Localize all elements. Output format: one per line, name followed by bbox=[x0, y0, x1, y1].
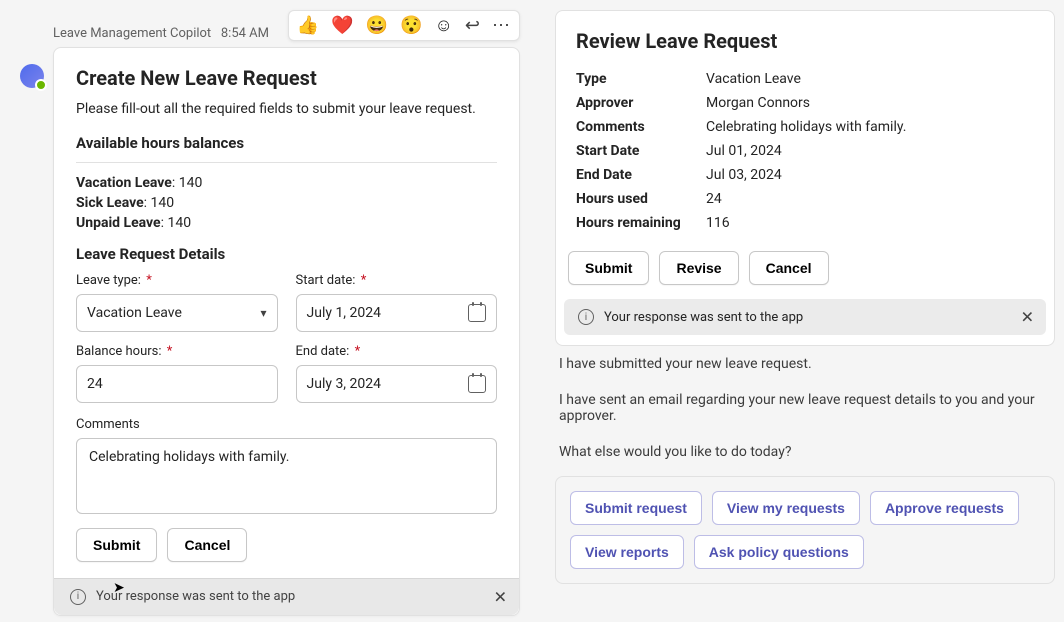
chip-view-reports[interactable]: View reports bbox=[570, 535, 684, 569]
kv-comments-val: Celebrating holidays with family. bbox=[706, 119, 1034, 135]
balance-vacation: Vacation Leave: 140 bbox=[76, 175, 497, 191]
review-response-notice: i Your response was sent to the app ✕ bbox=[564, 299, 1046, 335]
chevron-down-icon: ▾ bbox=[260, 306, 266, 320]
calendar-icon bbox=[468, 375, 486, 393]
end-date-label: End date: * bbox=[296, 344, 498, 359]
kv-comments-key: Comments bbox=[576, 119, 706, 135]
chip-submit-request[interactable]: Submit request bbox=[570, 491, 702, 525]
kv-remain-key: Hours remaining bbox=[576, 215, 706, 231]
chip-ask-policy-questions[interactable]: Ask policy questions bbox=[694, 535, 864, 569]
review-revise-button[interactable]: Revise bbox=[659, 251, 738, 285]
kv-end-val: Jul 03, 2024 bbox=[706, 167, 1034, 183]
kv-approver-key: Approver bbox=[576, 95, 706, 111]
submit-button[interactable]: Submit bbox=[76, 528, 157, 562]
start-date-input[interactable]: July 1, 2024 bbox=[296, 294, 498, 332]
reactions-bar: 👍 ❤️ 😀 😯 ☺ ↩ ⋯ bbox=[288, 10, 520, 41]
leave-type-select[interactable]: Vacation Leave ▾ bbox=[76, 294, 278, 332]
start-date-label: Start date: * bbox=[296, 273, 498, 288]
bot-message-1: I have submitted your new leave request. bbox=[555, 346, 1055, 382]
close-review-notice-button[interactable]: ✕ bbox=[1021, 308, 1034, 327]
comments-label: Comments bbox=[76, 417, 497, 432]
kv-start-val: Jul 01, 2024 bbox=[706, 143, 1034, 159]
response-sent-notice: i Your response was sent to the app ✕ bbox=[54, 578, 519, 615]
reaction-add-icon[interactable]: ☺ bbox=[435, 15, 453, 36]
create-leave-card: Create New Leave Request Please fill-out… bbox=[53, 47, 520, 616]
balance-sick: Sick Leave: 140 bbox=[76, 195, 497, 211]
reaction-thumbs-up-icon[interactable]: 👍 bbox=[297, 15, 319, 36]
kv-used-key: Hours used bbox=[576, 191, 706, 207]
kv-used-val: 24 bbox=[706, 191, 1034, 207]
info-icon: i bbox=[70, 589, 86, 605]
review-title: Review Leave Request bbox=[576, 29, 1034, 53]
bot-message-2: I have sent an email regarding your new … bbox=[555, 382, 1055, 434]
leave-type-label: Leave type: * bbox=[76, 273, 278, 288]
kv-remain-val: 116 bbox=[706, 215, 1034, 231]
balance-unpaid: Unpaid Leave: 140 bbox=[76, 215, 497, 231]
kv-type-key: Type bbox=[576, 71, 706, 87]
calendar-icon bbox=[468, 304, 486, 322]
details-heading: Leave Request Details bbox=[76, 245, 497, 263]
bot-message-3: What else would you like to do today? bbox=[555, 434, 1055, 470]
cancel-button[interactable]: Cancel bbox=[167, 528, 247, 562]
comments-textarea[interactable]: Celebrating holidays with family. bbox=[76, 438, 497, 514]
reply-icon[interactable]: ↩ bbox=[465, 15, 480, 36]
balance-hours-input[interactable]: 24 bbox=[76, 365, 278, 403]
kv-start-key: Start Date bbox=[576, 143, 706, 159]
balance-hours-label: Balance hours: * bbox=[76, 344, 278, 359]
reaction-surprised-icon[interactable]: 😯 bbox=[400, 15, 422, 36]
review-cancel-button[interactable]: Cancel bbox=[749, 251, 829, 285]
chip-view-my-requests[interactable]: View my requests bbox=[712, 491, 860, 525]
review-submit-button[interactable]: Submit bbox=[568, 251, 649, 285]
close-notice-button[interactable]: ✕ bbox=[494, 587, 507, 606]
sent-time: 8:54 AM bbox=[221, 26, 269, 41]
suggested-actions: Submit request View my requests Approve … bbox=[555, 476, 1055, 584]
card-intro: Please fill-out all the required fields … bbox=[76, 100, 497, 120]
info-icon: i bbox=[578, 309, 594, 325]
end-date-input[interactable]: July 3, 2024 bbox=[296, 365, 498, 403]
balances-heading: Available hours balances bbox=[76, 134, 497, 152]
reaction-heart-icon[interactable]: ❤️ bbox=[331, 15, 353, 36]
kv-end-key: End Date bbox=[576, 167, 706, 183]
kv-approver-val: Morgan Connors bbox=[706, 95, 1034, 111]
reaction-smile-icon[interactable]: 😀 bbox=[366, 15, 388, 36]
sender-name: Leave Management Copilot bbox=[53, 26, 211, 41]
review-leave-card: Review Leave Request TypeVacation Leave … bbox=[555, 10, 1055, 346]
more-options-icon[interactable]: ⋯ bbox=[492, 15, 511, 36]
kv-type-val: Vacation Leave bbox=[706, 71, 1034, 87]
bot-avatar bbox=[20, 64, 44, 88]
chip-approve-requests[interactable]: Approve requests bbox=[870, 491, 1019, 525]
card-title: Create New Leave Request bbox=[76, 66, 497, 90]
divider bbox=[76, 162, 497, 163]
